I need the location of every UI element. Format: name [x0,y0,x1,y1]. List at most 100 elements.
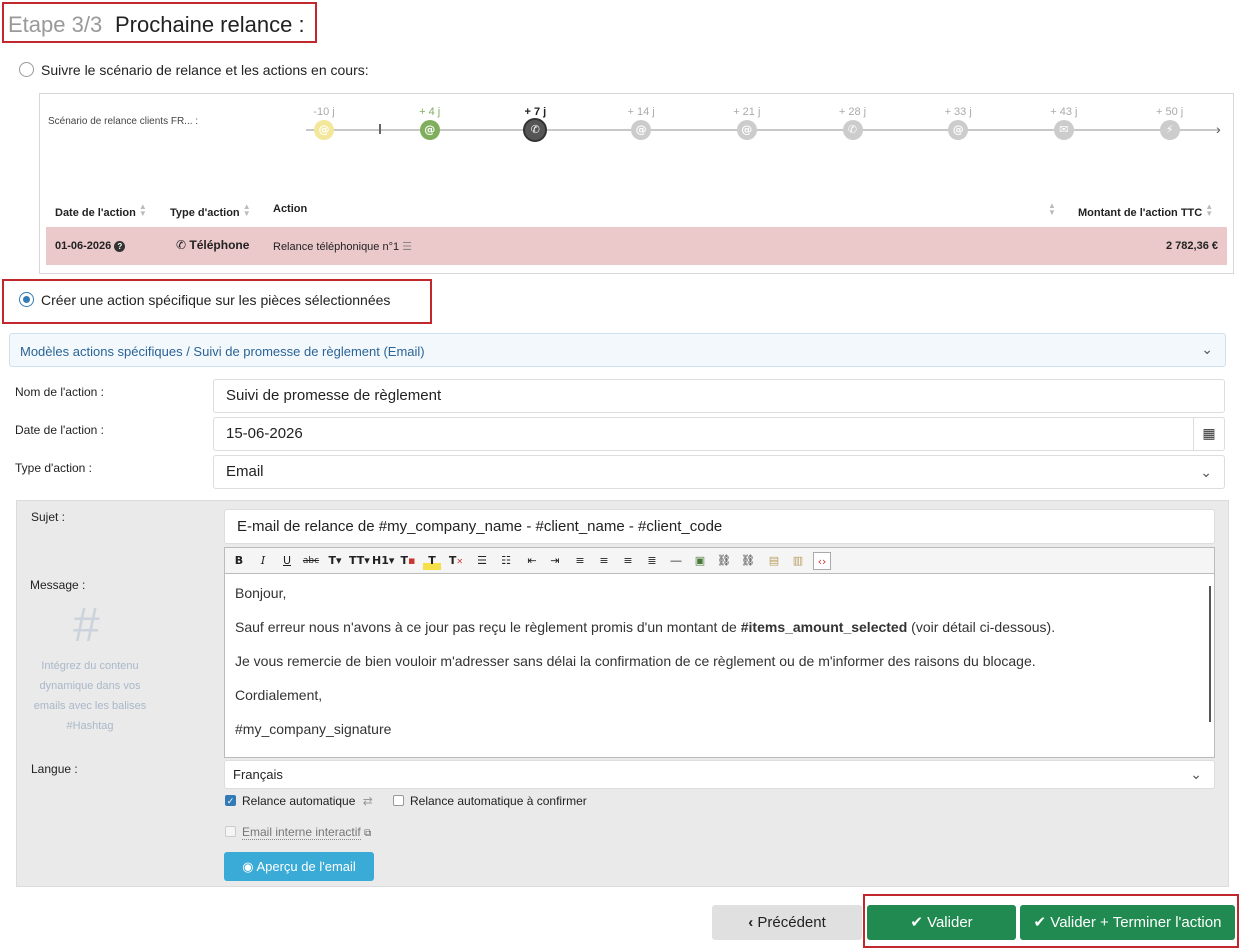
auto-reminder-checkbox[interactable]: ✓ [225,795,236,806]
scenario-panel: Scénario de relance clients FR... : › -1… [39,93,1234,274]
underline-icon[interactable]: U [279,552,295,570]
follow-scenario-radio[interactable] [19,62,34,77]
col-header-action[interactable]: Action [273,203,307,215]
highlight-icon[interactable]: T [423,552,441,570]
subject-label: Sujet : [31,510,66,524]
at-icon[interactable]: @ [736,120,757,140]
internal-email-label[interactable]: Email interne interactif ⧉ [242,825,371,840]
step-indicator: Etape 3/3 [8,12,103,37]
col-header-amount[interactable]: Montant de l'action TTC ▲ ▼ [1078,202,1214,220]
chevron-down-icon: ⌄ [1201,341,1213,357]
validate-button[interactable]: ✔ Valider [867,905,1016,940]
bold-icon[interactable]: B [231,552,247,570]
language-select[interactable]: Français ⌄ [224,760,1215,789]
hashtag-icon: # [73,599,100,652]
indent-icon[interactable]: ⇥ [546,552,564,570]
list-icon[interactable]: ☰ [402,240,412,253]
timeline-step-label: + 4 j [419,106,441,118]
row-amount: 2 782,36 € [1166,240,1218,252]
clear-format-icon[interactable]: T✕ [447,552,465,570]
body-paragraph-2: Je vous remercie de bien vouloir m'adres… [235,653,1036,669]
today-marker [379,124,381,134]
source-code-icon[interactable]: ‹› [813,552,831,570]
phone-icon[interactable]: ✆ [523,118,548,142]
col-header-date[interactable]: Date de l'action ▲ ▼ [55,203,147,220]
external-link-icon[interactable]: ⧉ [364,828,371,839]
chevron-down-icon: ⌄ [1200,464,1212,480]
at-icon[interactable]: @ [419,120,440,140]
phone-icon: ✆ [176,238,187,252]
bolt-icon[interactable]: ⚡ [1159,120,1180,140]
chevron-left-icon: ‹ [748,914,754,931]
line-height-icon[interactable]: TT▾ [349,552,370,570]
strikethrough-icon[interactable]: abc [301,552,321,570]
font-size-icon[interactable]: T▾ [326,552,344,570]
auto-confirm-checkbox[interactable] [393,795,404,806]
check-icon: ✔ [910,913,923,931]
timeline-line [306,129,1220,131]
paste-text-icon[interactable]: ▥ [789,552,807,570]
editor-toolbar: B I U abc T▾ TT▾ H1▾ T▪ T T✕ ☰ ☷ ⇤ ⇥ ≡ ≡… [224,547,1215,574]
justify-icon[interactable]: ≣ [643,552,661,570]
outdent-icon[interactable]: ⇤ [523,552,541,570]
specific-action-radio[interactable] [19,292,34,307]
sort-icon[interactable]: ▲ ▼ [1048,202,1056,217]
follow-scenario-label[interactable]: Suivre le scénario de relance et les act… [41,62,369,78]
calendar-icon[interactable]: ▦ [1193,417,1225,451]
image-icon[interactable]: ▣ [691,552,709,570]
timeline-step-label: + 7 j [524,106,547,118]
auto-reminder-label[interactable]: Relance automatique ⇄ [242,794,373,808]
page-title: Prochaine relance : [115,12,305,37]
templates-label: Modèles actions spécifiques / Suivi de p… [20,344,425,359]
message-label: Message : [30,578,86,592]
specific-action-label[interactable]: Créer une action spécifique sur les pièc… [41,292,390,308]
auto-confirm-label[interactable]: Relance automatique à confirmer [410,794,587,808]
chevron-down-icon: ⌄ [1190,766,1202,782]
sort-icon: ▲ ▼ [1205,202,1214,218]
text-color-icon[interactable]: T▪ [399,552,417,570]
col-header-type[interactable]: Type d'action ▲ ▼ [170,202,251,220]
timeline-step-label: + 21 j [733,106,761,118]
timeline-step-label: + 28 j [838,106,867,118]
sort-icon: ▲ ▼ [242,202,251,218]
scenario-name: Scénario de relance clients FR... : [48,116,199,127]
mail-icon[interactable]: ✉ [1053,120,1074,140]
row-action: Relance téléphonique n°1 ☰ [273,240,413,253]
eye-icon: ◉ [242,860,254,875]
align-center-icon[interactable]: ≡ [595,552,613,570]
timeline-step-label: + 14 j [627,106,655,118]
action-type-select[interactable]: Email ⌄ [213,455,1225,489]
heading-icon[interactable]: H1▾ [372,552,394,570]
action-date-input[interactable]: 15-06-2026 [213,417,1195,451]
validate-finish-button[interactable]: ✔ Valider + Terminer l'action [1020,905,1235,940]
italic-icon[interactable]: I [255,552,271,570]
align-left-icon[interactable]: ≡ [571,552,589,570]
action-name-input[interactable]: Suivi de promesse de règlement [213,379,1225,413]
timeline-step-label: + 33 j [944,106,972,118]
editor-scrollbar[interactable] [1209,586,1211,722]
numbered-list-icon[interactable]: ☷ [497,552,515,570]
internal-email-checkbox[interactable] [225,826,236,837]
unlink-icon[interactable]: ⛓ [739,552,757,570]
action-date-label: Date de l'action : [15,423,105,437]
templates-dropdown[interactable]: Modèles actions spécifiques / Suivi de p… [9,333,1226,367]
at-icon[interactable]: @ [631,120,652,140]
bullet-list-icon[interactable]: ☰ [473,552,491,570]
body-greeting: Bonjour, [235,585,287,601]
at-icon[interactable]: @ [948,120,969,140]
message-editor[interactable]: Bonjour, Sauf erreur nous n'avons à ce j… [224,574,1215,758]
body-signature: #my_company_signature [235,721,392,737]
subject-input[interactable]: E-mail de relance de #my_company_name - … [224,509,1215,544]
preview-email-button[interactable]: ◉ Aperçu de l'email [224,852,374,881]
action-type-label: Type d'action : [15,461,93,475]
previous-button[interactable]: ‹ Précédent [712,905,862,940]
align-right-icon[interactable]: ≡ [619,552,637,570]
check-icon: ✔ [1033,913,1047,931]
link-icon[interactable]: ⛓ [715,552,733,570]
help-icon[interactable]: ? [114,241,126,252]
table-row[interactable]: 01-06-2026 ? ✆ Téléphone Relance télépho… [46,227,1227,265]
horizontal-rule-icon[interactable]: ― [667,552,685,570]
at-icon[interactable]: @ [314,120,334,140]
paste-icon[interactable]: ▤ [765,552,783,570]
phone-icon[interactable]: ✆ [842,120,863,140]
